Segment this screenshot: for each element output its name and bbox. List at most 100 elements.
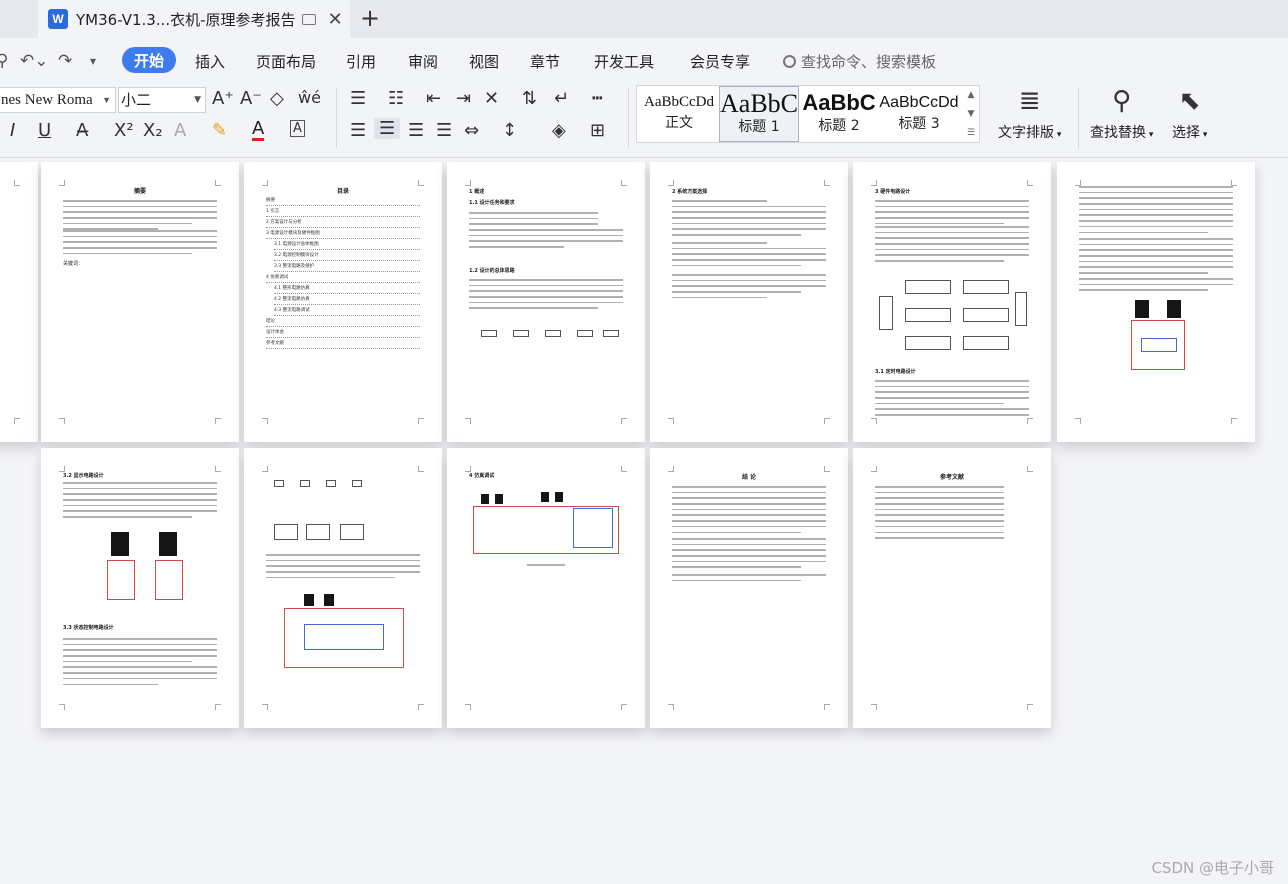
- chinese-layout-icon[interactable]: ✕: [484, 88, 499, 109]
- document-page-toc[interactable]: 目录 摘要 1 引言 2 方案设计与分析 3 电源设计模块及硬件框图 3.1 电…: [244, 162, 442, 442]
- crop-mark: [668, 180, 674, 186]
- style-heading-3[interactable]: AaBbCcDd 标题 3: [879, 86, 959, 142]
- bullet-list-icon[interactable]: ☰: [350, 88, 366, 109]
- block-diagram: [879, 296, 893, 330]
- toc-entry[interactable]: 3 电源设计模块及硬件框图: [266, 230, 420, 239]
- toc-entry[interactable]: 3.3 整流电路及保护: [274, 263, 420, 272]
- document-page[interactable]: 4 仿真调试: [447, 448, 645, 728]
- monitor-icon[interactable]: [301, 13, 316, 25]
- toc-entry[interactable]: 2 方案设计与分析: [266, 219, 420, 228]
- style-heading-2[interactable]: AaBbC 标题 2: [799, 86, 879, 142]
- italic-icon[interactable]: I: [10, 120, 15, 141]
- strikethrough-icon[interactable]: A̶: [76, 120, 88, 141]
- font-size-value: 小二: [121, 91, 152, 109]
- document-page[interactable]: 参考文献: [853, 448, 1051, 728]
- distribute-icon[interactable]: ⇔: [464, 120, 479, 141]
- redo-icon[interactable]: ↷: [58, 51, 72, 71]
- find-replace-button[interactable]: ⚲ 查找替换 ▾: [1090, 86, 1153, 142]
- document-page[interactable]: 3.2 显示电路设计 3.3 状态控制电路设计: [41, 448, 239, 728]
- search-icon[interactable]: ⚲: [0, 51, 8, 71]
- style-normal[interactable]: AaBbCcDd 正文: [639, 86, 719, 142]
- page-heading: 结 论: [741, 474, 757, 481]
- tab-page-layout[interactable]: 页面布局: [256, 51, 316, 72]
- styles-scroll[interactable]: ▲ ▼ ☰: [963, 86, 979, 142]
- subscript-icon[interactable]: X₂: [143, 120, 163, 141]
- highlight-icon[interactable]: ✎: [212, 120, 227, 141]
- toc-entry[interactable]: 4.2 整流电路仿真: [274, 296, 420, 305]
- tab-review[interactable]: 审阅: [408, 51, 438, 72]
- more-styles-icon[interactable]: ☰: [967, 128, 975, 138]
- document-page[interactable]: 3 硬件电路设计 3.1 定时电路设计: [853, 162, 1051, 442]
- align-right-icon[interactable]: ☰: [408, 120, 424, 141]
- undo-icon[interactable]: ↶⌄: [20, 51, 49, 71]
- toc-entry[interactable]: 4.3 整流电路调试: [274, 307, 420, 316]
- customize-toolbar-icon[interactable]: ▾: [90, 54, 96, 68]
- select-button[interactable]: ⬉ 选择 ▾: [1172, 86, 1207, 142]
- align-left-icon[interactable]: ☰: [350, 120, 366, 141]
- tab-home[interactable]: 开始: [122, 47, 176, 73]
- command-search[interactable]: 查找命令、搜索模板: [783, 51, 936, 72]
- underline-icon[interactable]: U: [38, 120, 51, 141]
- document-page[interactable]: 摘要 关键词：: [41, 162, 239, 442]
- section-heading: 1 概述: [469, 189, 485, 195]
- toc-entry[interactable]: 3.2 电源控制模块设计: [274, 252, 420, 261]
- style-heading-1[interactable]: AaBbC 标题 1: [719, 86, 799, 142]
- shading-icon[interactable]: ◈: [552, 120, 566, 141]
- tab-insert[interactable]: 插入: [195, 51, 225, 72]
- increase-font-icon[interactable]: A⁺: [212, 88, 234, 109]
- paragraph-text: [1079, 238, 1233, 278]
- sort-icon[interactable]: ⇅: [522, 88, 537, 109]
- tab-references[interactable]: 引用: [346, 51, 376, 72]
- toc-entry[interactable]: 结论: [266, 318, 420, 327]
- tab-membership[interactable]: 会员专享: [690, 51, 750, 72]
- crop-mark: [824, 418, 830, 424]
- chevron-up-icon[interactable]: ▲: [968, 90, 975, 100]
- document-page[interactable]: 1 概述 1.1 设计任务和要求 1.2 设计的总体思路: [447, 162, 645, 442]
- ruler-icon[interactable]: ┅: [592, 88, 603, 109]
- decrease-font-icon[interactable]: A⁻: [240, 88, 262, 109]
- toc-entry[interactable]: 摘要: [266, 197, 420, 206]
- phonetic-guide-icon[interactable]: ŵé: [298, 88, 321, 107]
- text-layout-button[interactable]: ≣ 文字排版 ▾: [998, 86, 1061, 142]
- font-name-select[interactable]: nes New Roma ▼: [0, 87, 116, 113]
- font-size-select[interactable]: 小二 ▼: [118, 87, 206, 113]
- numbered-list-icon[interactable]: ☷: [388, 88, 404, 109]
- ic-chip: [541, 492, 549, 502]
- document-page[interactable]: 结 论: [650, 448, 848, 728]
- text-effect-icon[interactable]: A: [174, 120, 186, 141]
- line-spacing-icon[interactable]: ↕: [502, 120, 517, 141]
- toc-entry[interactable]: 1 引言: [266, 208, 420, 217]
- tab-developer[interactable]: 开发工具: [594, 51, 654, 72]
- circuit-wiring: [107, 560, 135, 600]
- document-canvas[interactable]: 摘要 关键词： 目录 摘要 1 引言 2 方案设计与分析 3 电源设计模块及硬件…: [0, 158, 1288, 884]
- chevron-down-icon[interactable]: ▼: [968, 109, 975, 119]
- superscript-icon[interactable]: X²: [114, 120, 134, 141]
- document-tab[interactable]: W YM36-V1.3...衣机-原理参考报告 ✕: [38, 0, 350, 38]
- section-heading: 2 系统方案选择: [672, 189, 708, 195]
- align-center-icon[interactable]: ☰: [374, 118, 401, 139]
- increase-indent-icon[interactable]: ⇥: [456, 88, 471, 109]
- toc-entry[interactable]: 4 仿真调试: [266, 274, 420, 283]
- section-heading: 1.1 设计任务和要求: [469, 200, 515, 206]
- justify-icon[interactable]: ☰: [436, 120, 452, 141]
- document-page[interactable]: [0, 162, 38, 442]
- clear-format-icon[interactable]: ◇: [270, 88, 284, 109]
- document-page[interactable]: [244, 448, 442, 728]
- toc-entry[interactable]: 设计体会: [266, 329, 420, 338]
- tab-view[interactable]: 视图: [469, 51, 499, 72]
- new-tab-button[interactable]: +: [360, 4, 380, 32]
- char-border-icon[interactable]: A: [290, 120, 305, 137]
- decrease-indent-icon[interactable]: ⇤: [426, 88, 441, 109]
- block-diagram: [577, 330, 593, 337]
- tab-section[interactable]: 章节: [530, 51, 560, 72]
- toc-entry[interactable]: 4.1 整形电路仿真: [274, 285, 420, 294]
- show-marks-icon[interactable]: ↵: [554, 88, 569, 109]
- toc-entry[interactable]: 3.1 电源设计总体框图: [274, 241, 420, 250]
- font-color-icon[interactable]: A: [252, 120, 265, 141]
- close-tab-icon[interactable]: ✕: [328, 9, 343, 30]
- text-layout-icon: ≣: [1018, 86, 1041, 116]
- toc-entry[interactable]: 参考文献: [266, 340, 420, 349]
- document-page[interactable]: [1057, 162, 1255, 442]
- borders-icon[interactable]: ⊞: [590, 120, 605, 141]
- document-page[interactable]: 2 系统方案选择: [650, 162, 848, 442]
